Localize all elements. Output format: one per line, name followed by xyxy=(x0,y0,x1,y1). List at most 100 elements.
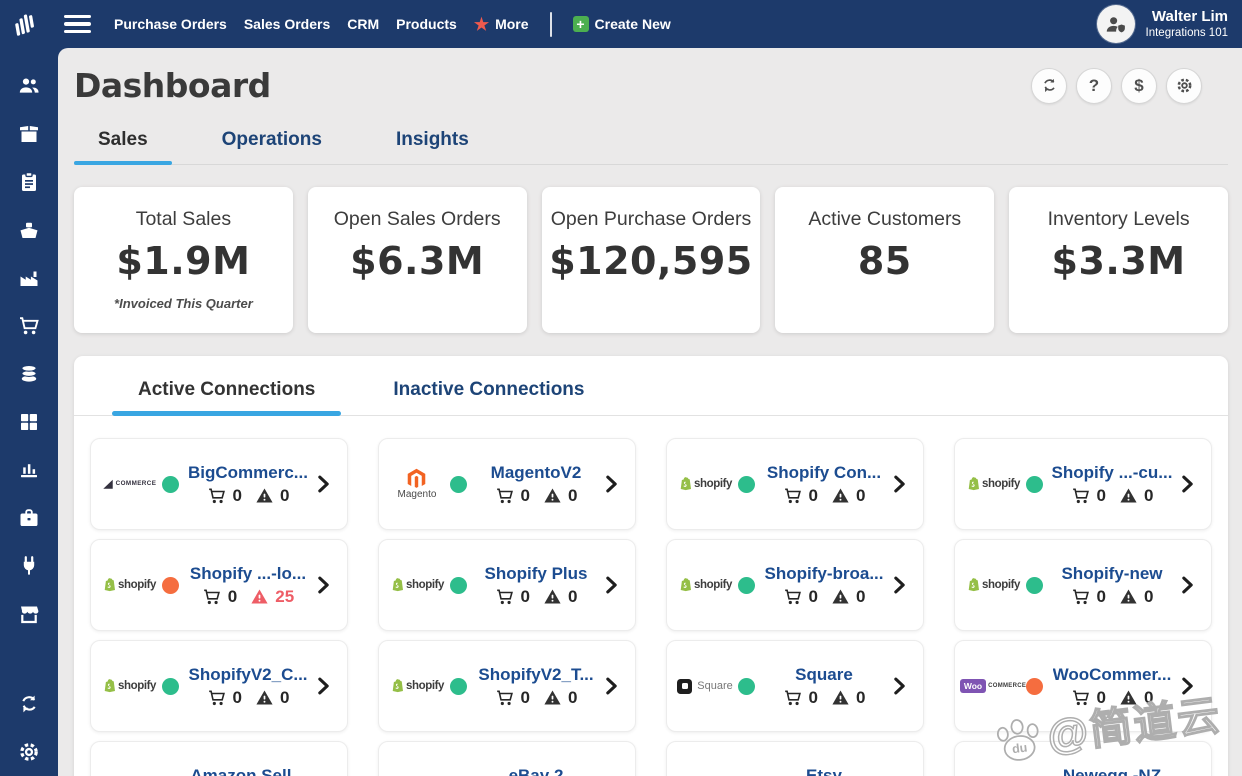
connection-card[interactable]: COMMERCE Magento shopify xyxy=(954,640,1212,732)
connection-title-link[interactable]: ShopifyV2_T... xyxy=(478,665,593,685)
currency-button[interactable]: $ xyxy=(1121,67,1157,104)
menu-icon[interactable] xyxy=(64,14,91,34)
chevron-right-icon[interactable] xyxy=(316,574,331,596)
connection-card[interactable]: COMMERCE Magento shopify xyxy=(378,438,636,530)
connection-counts: 0 0 xyxy=(783,486,865,506)
connection-title-link[interactable]: Amazon Sell... xyxy=(190,766,305,776)
top-navigation-bar: Purchase Orders Sales Orders CRM Products ★… xyxy=(0,0,1242,48)
nav-item[interactable]: Sales Orders xyxy=(241,16,333,32)
order-count: 0 xyxy=(1096,586,1106,606)
chevron-right-icon[interactable] xyxy=(1180,574,1195,596)
warning-count: 0 xyxy=(1144,586,1154,606)
connection-title-link[interactable]: Etsy xyxy=(806,766,842,776)
connection-title-link[interactable]: BigCommerc... xyxy=(188,463,308,483)
kpi-label: Inventory Levels xyxy=(1047,208,1190,230)
chevron-right-icon[interactable] xyxy=(892,473,907,495)
create-new-button[interactable]: + Create New xyxy=(570,16,674,32)
settings-button[interactable] xyxy=(1166,67,1202,104)
kpi-label: Open Sales Orders xyxy=(333,208,501,230)
connections-tab[interactable]: Active Connections xyxy=(112,373,342,416)
connection-title-link[interactable]: Shopify-broa... xyxy=(765,564,884,584)
user-shield-icon xyxy=(1106,16,1125,32)
warning-icon xyxy=(251,589,268,604)
factory-icon[interactable] xyxy=(17,266,41,290)
woocommerce-wordmark: COMMERCE xyxy=(988,682,1027,689)
connection-title-link[interactable]: ShopifyV2_C... xyxy=(188,665,307,685)
connection-card[interactable]: COMMERCE Magento shopify xyxy=(666,539,924,631)
order-count: 0 xyxy=(232,485,242,505)
connection-title-link[interactable]: WooCommer... xyxy=(1053,665,1172,685)
chevron-right-icon[interactable] xyxy=(1180,675,1195,697)
warning-icon xyxy=(1120,488,1137,503)
warning-count: 0 xyxy=(280,485,290,505)
shopify-logo-icon xyxy=(680,578,691,592)
connection-card[interactable]: COMMERCE Magento shopify xyxy=(954,438,1212,530)
connection-card[interactable]: COMMERCE Magento shopify xyxy=(954,741,1212,776)
refresh-button[interactable] xyxy=(1031,67,1067,104)
storefront-icon[interactable] xyxy=(17,602,41,626)
connection-card[interactable]: COMMERCE Magento shopify xyxy=(666,640,924,732)
chevron-right-icon[interactable] xyxy=(604,675,619,697)
dashboard-tab[interactable]: Sales xyxy=(74,123,172,165)
connection-title-link[interactable]: Newegg -NZ xyxy=(1063,766,1161,776)
package-icon[interactable] xyxy=(17,122,41,146)
user-name: Walter Lim xyxy=(1151,7,1228,25)
order-count: 0 xyxy=(808,586,818,606)
clipboard-icon[interactable] xyxy=(17,170,41,194)
connection-card[interactable]: COMMERCE Magento shopify xyxy=(90,438,348,530)
connection-logo: COMMERCE Magento shopify xyxy=(101,577,157,593)
help-button[interactable]: ? xyxy=(1076,67,1112,104)
nav-item[interactable]: CRM xyxy=(344,16,382,32)
app-logo-icon[interactable] xyxy=(10,5,48,43)
connection-info: Amazon Sell... xyxy=(184,766,312,776)
connection-title-link[interactable]: Shopify Plus xyxy=(485,564,588,584)
nav-item[interactable]: Purchase Orders xyxy=(111,16,230,32)
chevron-right-icon[interactable] xyxy=(892,675,907,697)
coins-icon[interactable] xyxy=(17,362,41,386)
connection-title-link[interactable]: MagentoV2 xyxy=(491,463,582,483)
dashboard-tab[interactable]: Insights xyxy=(372,123,493,164)
customers-icon[interactable] xyxy=(17,74,41,98)
connection-title-link[interactable]: Shopify-new xyxy=(1061,564,1162,584)
connection-counts: 0 0 xyxy=(207,688,289,708)
cart-icon[interactable] xyxy=(17,314,41,338)
nav-item[interactable]: Products xyxy=(393,16,460,32)
connection-card[interactable]: COMMERCE Magento shopify xyxy=(954,539,1212,631)
user-menu[interactable]: Walter Lim Integrations 101 xyxy=(1096,5,1228,43)
sync-icon[interactable] xyxy=(17,692,41,716)
dashboard-tab[interactable]: Operations xyxy=(198,123,346,164)
plug-icon[interactable] xyxy=(17,554,41,578)
connection-card[interactable]: COMMERCE Magento shopify xyxy=(90,741,348,776)
connection-card[interactable]: COMMERCE Magento shopify xyxy=(666,741,924,776)
connection-card[interactable]: COMMERCE Magento shopify xyxy=(666,438,924,530)
gear-icon[interactable] xyxy=(17,740,41,764)
chevron-right-icon[interactable] xyxy=(892,574,907,596)
chevron-right-icon[interactable] xyxy=(604,473,619,495)
shopify-wordmark: shopify xyxy=(693,477,733,490)
chevron-right-icon[interactable] xyxy=(316,473,331,495)
briefcase-icon[interactable] xyxy=(17,506,41,530)
connection-card[interactable]: COMMERCE Magento shopify xyxy=(378,539,636,631)
connection-card[interactable]: COMMERCE Magento shopify xyxy=(90,640,348,732)
connection-title-link[interactable]: Shopify ...-lo... xyxy=(190,564,306,584)
connection-title-link[interactable]: Shopify Con... xyxy=(767,463,881,483)
connection-card[interactable]: COMMERCE Magento shopify xyxy=(378,741,636,776)
connections-tab[interactable]: Inactive Connections xyxy=(367,373,610,415)
connection-info: MagentoV2 0 0 xyxy=(472,463,600,506)
connection-title-link[interactable]: Shopify ...-cu... xyxy=(1052,463,1173,483)
pallet-icon[interactable] xyxy=(17,410,41,434)
woocommerce-logo-icon: Woo xyxy=(959,679,987,693)
warning-icon xyxy=(832,488,849,503)
connection-title-link[interactable]: Square xyxy=(795,665,853,685)
nav-item-more[interactable]: ★ More xyxy=(471,16,532,33)
connection-title-link[interactable]: eBay 2 xyxy=(509,766,564,776)
connection-card[interactable]: COMMERCE Magento shopify xyxy=(90,539,348,631)
chevron-right-icon[interactable] xyxy=(604,574,619,596)
chevron-right-icon[interactable] xyxy=(1180,473,1195,495)
bar-chart-icon[interactable] xyxy=(17,458,41,482)
ship-icon[interactable] xyxy=(17,218,41,242)
refresh-icon xyxy=(1043,78,1055,93)
connection-card[interactable]: COMMERCE Magento shopify xyxy=(378,640,636,732)
chevron-right-icon[interactable] xyxy=(316,675,331,697)
square-wordmark: Square xyxy=(697,679,733,692)
